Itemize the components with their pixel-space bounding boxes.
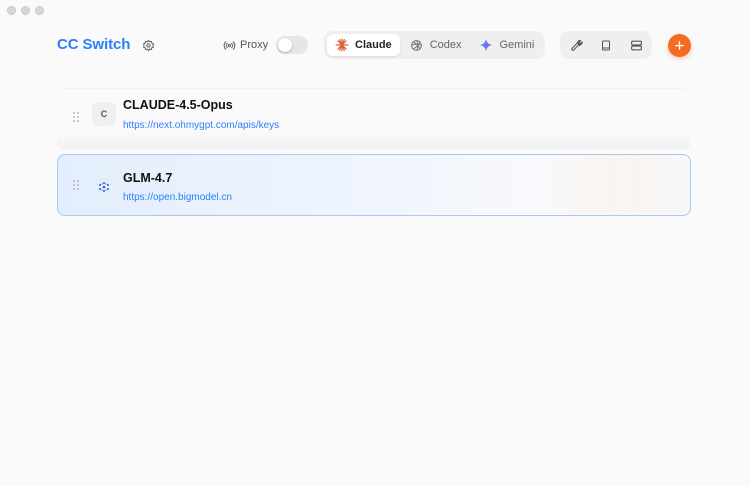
book-icon (602, 40, 610, 50)
gear-icon (142, 38, 154, 52)
provider-name: GLM-4.7 (123, 171, 173, 185)
provider-name: CLAUDE-4.5-Opus (123, 98, 233, 112)
settings-button[interactable] (140, 37, 156, 53)
proxy-toggle[interactable] (276, 36, 309, 54)
provider-url-link[interactable]: https://next.ohmygpt.com/apis/keys (123, 120, 279, 131)
add-provider-button[interactable] (668, 34, 691, 57)
gemini-icon (479, 38, 493, 52)
app-header: CC Switch Proxy Claude Codex Gemini (0, 28, 750, 62)
tab-codex[interactable]: Codex (402, 34, 470, 56)
toolbar (560, 31, 652, 59)
tools-button[interactable] (563, 34, 589, 56)
provider-url-link[interactable]: https://open.bigmodel.cn (123, 192, 232, 203)
provider-logo: C (92, 102, 116, 126)
claude-icon (335, 38, 349, 52)
plus-icon (675, 41, 684, 50)
drag-handle-icon[interactable] (72, 179, 80, 191)
minimize-window-button[interactable] (21, 6, 30, 15)
app-window: CC Switch Proxy Claude Codex Gemini C CL… (0, 0, 750, 486)
app-title: CC Switch (57, 36, 131, 53)
proxy-label: Proxy (240, 39, 269, 51)
proxy-control: Proxy (222, 35, 309, 55)
drag-handle-icon[interactable] (72, 111, 80, 123)
zoom-window-button[interactable] (35, 6, 44, 15)
docs-button[interactable] (593, 34, 619, 56)
tab-codex-label: Codex (429, 39, 462, 51)
provider-list: C CLAUDE-4.5-Opus https://next.ohmygpt.c… (57, 88, 691, 216)
provider-card[interactable]: C CLAUDE-4.5-Opus https://next.ohmygpt.c… (57, 88, 691, 150)
wrench-icon (570, 39, 583, 51)
servers-button[interactable] (623, 34, 649, 56)
tab-claude-label: Claude (355, 39, 392, 51)
server-icon (630, 40, 642, 50)
close-window-button[interactable] (7, 6, 16, 15)
app-tabs: Claude Codex Gemini (324, 31, 546, 59)
zhipu-logo-icon (92, 175, 116, 199)
window-controls (7, 6, 44, 15)
tab-gemini-label: Gemini (499, 39, 535, 51)
proxy-toggle-knob (278, 38, 293, 52)
provider-card-active[interactable]: GLM-4.7 https://open.bigmodel.cn (57, 154, 691, 216)
tab-claude[interactable]: Claude (327, 34, 400, 56)
tab-gemini[interactable]: Gemini (471, 34, 542, 56)
broadcast-icon (222, 38, 236, 52)
codex-icon (410, 38, 424, 52)
